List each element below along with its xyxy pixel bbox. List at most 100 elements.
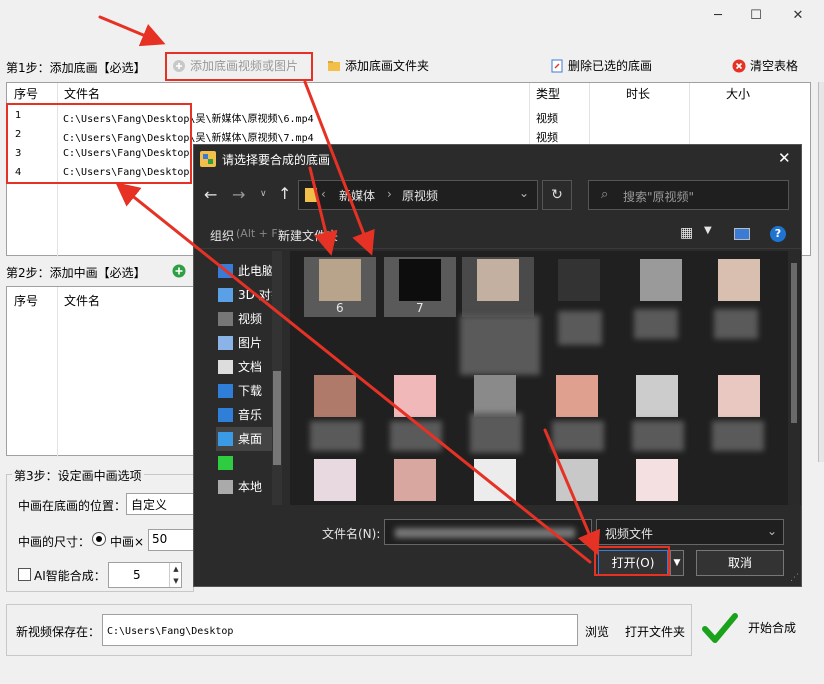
nav-scroll-thumb[interactable] <box>273 371 281 465</box>
ai-label: AI智能合成： <box>34 569 106 583</box>
blurred-region <box>634 309 678 339</box>
video-thumbnail[interactable] <box>394 375 436 417</box>
video-thumbnail[interactable] <box>394 459 436 501</box>
browse-button[interactable]: 浏览 <box>585 623 609 640</box>
highlight-added-rows <box>6 103 192 184</box>
video-thumbnail <box>399 259 441 301</box>
organize-button[interactable]: 组织 <box>210 227 234 244</box>
address-dropdown-icon[interactable]: ⌄ <box>519 186 529 200</box>
video-thumbnail <box>319 259 361 301</box>
view-grid-icon[interactable]: ▦ <box>680 225 693 241</box>
video-thumbnail[interactable] <box>556 375 598 417</box>
size-radio[interactable] <box>92 532 106 546</box>
breadcrumb-item[interactable]: 新媒体 <box>339 187 375 204</box>
video-thumbnail[interactable] <box>558 259 600 301</box>
add-folder-button[interactable]: 添加底画文件夹 <box>325 54 429 78</box>
video-thumbnail[interactable] <box>474 459 516 501</box>
col-type: 类型 <box>536 87 561 101</box>
picture-icon <box>218 336 233 350</box>
check-icon <box>702 613 738 643</box>
add-overlay-icon[interactable] <box>172 264 186 278</box>
video-thumbnail[interactable] <box>718 375 760 417</box>
col-filename: 文件名 <box>64 87 101 101</box>
file-scroll-thumb[interactable] <box>791 263 797 423</box>
open-dropdown-icon[interactable]: ▼ <box>670 550 684 576</box>
app-logo-icon <box>200 151 216 167</box>
folder-add-icon <box>328 61 340 71</box>
stepper-arrows-icon[interactable]: ▲ ▼ <box>169 563 182 587</box>
computer-icon <box>218 264 233 278</box>
close-icon[interactable]: ✕ <box>788 6 808 26</box>
overlay-table[interactable]: 序号 文件名 <box>6 286 194 457</box>
ai-checkbox[interactable] <box>18 568 31 581</box>
address-bar[interactable]: ‹ 新媒体 › 原视频 ⌄ <box>298 180 538 210</box>
resize-grip-icon[interactable]: ⋰ <box>790 573 799 583</box>
video-thumbnail[interactable] <box>314 459 356 501</box>
film-icon <box>218 312 233 326</box>
search-input[interactable]: ⌕ 搜索"原视频" <box>588 180 789 210</box>
delete-doc-icon <box>551 59 563 73</box>
col-index: 序号 <box>14 294 39 308</box>
position-label: 中画在底画的位置： <box>18 499 127 513</box>
grid-divider <box>57 287 58 457</box>
dialog-title: 请选择要合成的底画 <box>222 153 331 167</box>
minimize-icon[interactable]: ─ <box>708 6 728 26</box>
nav-scrollbar[interactable] <box>272 251 282 505</box>
output-path-value: C:\Users\Fang\Desktop <box>107 626 234 637</box>
file-tile[interactable] <box>462 257 534 317</box>
help-icon[interactable]: ? <box>770 226 786 242</box>
download-icon <box>218 384 233 398</box>
refresh-icon[interactable]: ↻ <box>542 180 572 210</box>
file-tile[interactable]: 6 <box>304 257 376 317</box>
file-tile[interactable]: 7 <box>384 257 456 317</box>
filename-input[interactable] <box>384 519 592 545</box>
video-thumbnail[interactable] <box>640 259 682 301</box>
video-thumbnail[interactable] <box>718 259 760 301</box>
step3-label: 第3步：设定画中画选项 <box>12 467 144 484</box>
breadcrumb-sep-icon: › <box>387 187 392 201</box>
video-thumbnail[interactable] <box>556 459 598 501</box>
breadcrumb-item[interactable]: 原视频 <box>402 187 438 204</box>
file-grid[interactable]: 6 7 <box>290 251 801 505</box>
file-grid-scrollbar[interactable] <box>788 251 800 505</box>
view-dropdown-icon[interactable]: ▼ <box>704 225 712 236</box>
size-input[interactable]: 50 <box>148 529 194 551</box>
delete-selected-label: 删除已选的底画 <box>568 59 653 73</box>
recent-chevron-icon[interactable]: ∨ <box>260 189 267 199</box>
dialog-close-icon[interactable]: ✕ <box>778 149 791 167</box>
position-value: 自定义 <box>131 498 168 512</box>
preview-pane-icon[interactable] <box>734 228 750 240</box>
highlight-open-button <box>594 546 670 576</box>
output-path-input[interactable]: C:\Users\Fang\Desktop <box>102 614 578 646</box>
forward-icon[interactable]: → <box>232 185 245 204</box>
file-label: 7 <box>416 301 424 315</box>
open-folder-button[interactable]: 打开文件夹 <box>625 623 685 640</box>
blurred-region <box>558 311 602 345</box>
filename-label: 文件名(N): <box>322 527 381 541</box>
video-thumbnail[interactable] <box>314 375 356 417</box>
row-type: 视频 <box>536 112 558 125</box>
clear-table-label: 清空表格 <box>750 59 799 73</box>
background-window-edge <box>818 82 824 462</box>
video-thumbnail[interactable] <box>474 375 516 417</box>
back-icon[interactable]: ← <box>204 185 217 204</box>
new-folder-button[interactable]: 新建文件夹 <box>278 227 338 244</box>
col-duration: 时长 <box>626 87 651 101</box>
start-button[interactable]: 开始合成 <box>700 608 812 648</box>
up-icon[interactable]: ↑ <box>278 184 291 203</box>
cancel-button[interactable]: 取消 <box>696 550 784 576</box>
folder-icon <box>305 188 317 202</box>
filetype-select[interactable]: 视频文件 ⌄ <box>596 519 784 545</box>
maximize-icon[interactable]: ☐ <box>746 6 766 26</box>
clear-table-button[interactable]: 清空表格 <box>730 54 798 78</box>
delete-selected-button[interactable]: 删除已选的底画 <box>548 54 652 78</box>
filetype-value: 视频文件 <box>605 527 654 541</box>
ai-stepper[interactable]: 5 ▲ ▼ <box>108 562 182 588</box>
search-placeholder: 搜索"原视频" <box>623 190 695 204</box>
video-thumbnail[interactable] <box>636 375 678 417</box>
blurred-region <box>714 309 758 339</box>
video-thumbnail[interactable] <box>636 459 678 501</box>
blurred-region <box>632 421 684 451</box>
filetype-dropdown-icon: ⌄ <box>767 524 778 538</box>
position-select[interactable]: 自定义 <box>126 493 194 515</box>
